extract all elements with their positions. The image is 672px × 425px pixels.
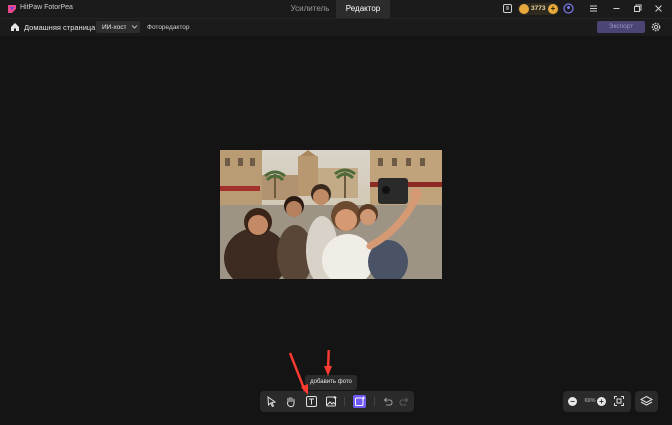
restore-icon[interactable]: [632, 3, 643, 14]
home-icon[interactable]: [10, 22, 20, 32]
export-button[interactable]: Экспорт: [597, 21, 645, 33]
toolbar-divider: [374, 397, 375, 406]
title-bar: HitPaw FotorPea Усилитель Редактор 3773 …: [0, 0, 672, 18]
ai-host-label: ИИ-хост: [102, 23, 127, 31]
home-link[interactable]: Домашняя страница: [24, 23, 95, 32]
redo-button[interactable]: [398, 395, 411, 408]
canvas-photo[interactable]: [220, 150, 442, 279]
select-tool[interactable]: [265, 395, 278, 408]
ai-generate-tool[interactable]: [353, 395, 366, 408]
redo-icon: [399, 397, 409, 406]
layers-button[interactable]: [635, 391, 658, 412]
app-logo-icon: [8, 5, 16, 13]
app-name: HitPaw FotorPea: [20, 4, 73, 11]
coin-count: 3773: [531, 5, 546, 12]
cursor-icon: [267, 395, 277, 408]
toolbar-divider: [344, 397, 345, 406]
breadcrumb: Фоторедактор: [147, 24, 190, 31]
history-icon[interactable]: [502, 3, 513, 14]
undo-button[interactable]: [381, 395, 394, 408]
layers-icon: [640, 395, 653, 406]
annotation-arrows: [288, 350, 332, 395]
account-icon[interactable]: [563, 3, 574, 14]
tab-editor[interactable]: Редактор: [336, 0, 390, 18]
undo-icon: [383, 397, 393, 406]
add-coins-button[interactable]: +: [548, 4, 558, 14]
group-selfie-photo: [220, 150, 442, 279]
ai-host-dropdown[interactable]: ИИ-хост: [96, 21, 140, 33]
ai-sparkle-icon: [355, 396, 366, 406]
close-icon[interactable]: [653, 3, 664, 14]
editor-toolbar: Домашняя страница ИИ-хост Фоторедактор Э…: [0, 18, 672, 36]
gear-icon[interactable]: [650, 21, 662, 33]
menu-icon[interactable]: [588, 3, 599, 14]
zoom-in-button[interactable]: +: [597, 397, 606, 406]
minimize-icon[interactable]: [611, 3, 622, 14]
zoom-out-button[interactable]: −: [568, 397, 577, 406]
fit-to-screen-icon[interactable]: [613, 395, 625, 407]
coin-icon: [519, 4, 529, 14]
zoom-controls: − 69% +: [563, 391, 631, 412]
chevron-down-icon: [131, 25, 138, 29]
coin-balance[interactable]: 3773 +: [518, 3, 559, 15]
